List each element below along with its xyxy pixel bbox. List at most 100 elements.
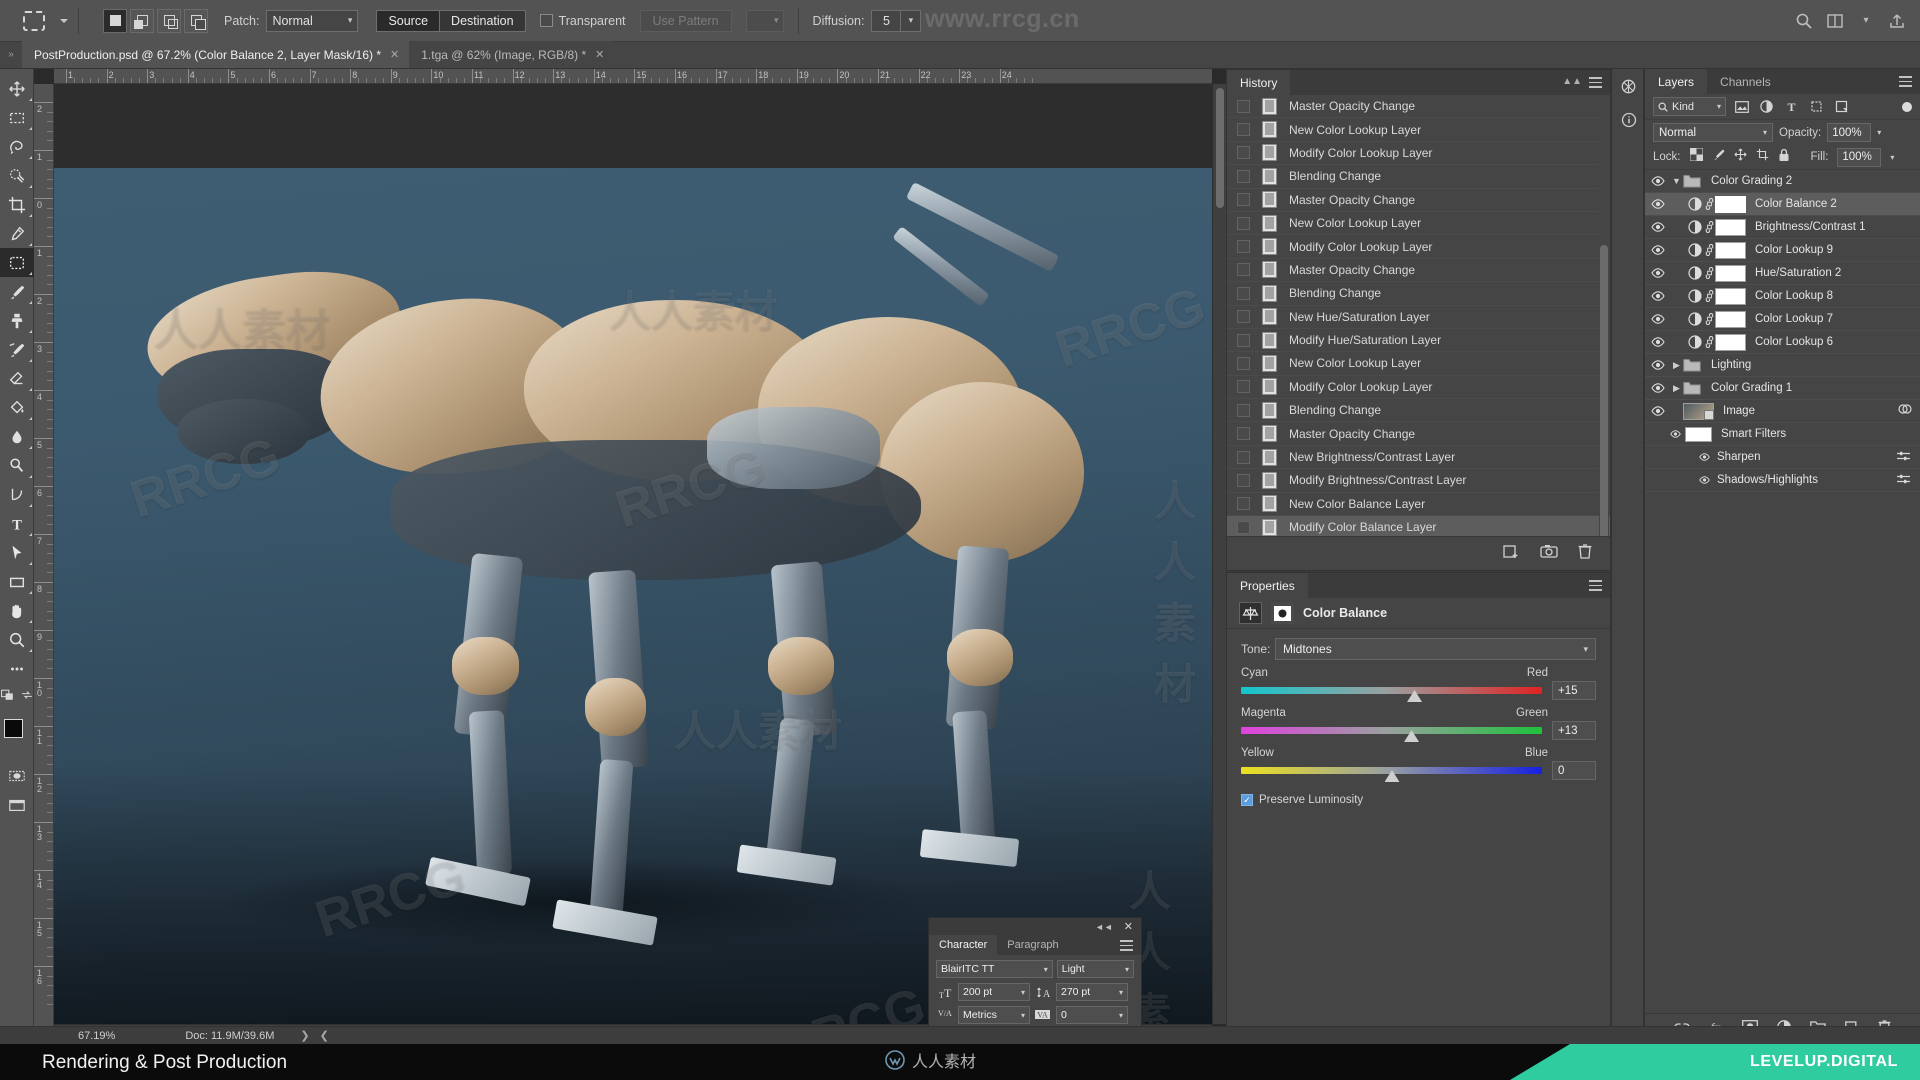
fill-value[interactable]: 100% <box>1837 147 1882 167</box>
quick-selection-tool[interactable] <box>0 161 34 190</box>
history-snapshot-source-box[interactable] <box>1237 520 1250 534</box>
font-size-select[interactable]: 200 pt ▾ <box>958 983 1030 1001</box>
lock-image-pixels-icon[interactable] <box>1712 148 1725 166</box>
canvas-vertical-scrollbar[interactable] <box>1212 84 1226 1024</box>
tab-history[interactable]: History <box>1227 70 1291 95</box>
clone-stamp-tool[interactable] <box>0 306 34 335</box>
history-state-row[interactable]: Blending Change <box>1227 399 1610 423</box>
fill-chevron-icon[interactable]: ▾ <box>1890 153 1894 162</box>
blur-tool[interactable] <box>0 422 34 451</box>
history-state-row[interactable]: New Brightness/Contrast Layer <box>1227 446 1610 470</box>
pixel-filter-icon[interactable] <box>1732 97 1751 116</box>
opacity-chevron-icon[interactable]: ▾ <box>1877 128 1881 137</box>
tracking-select[interactable]: 0 ▾ <box>1056 1006 1128 1024</box>
layer-row[interactable]: ▶ Color Grading 1 <box>1645 377 1920 400</box>
arrange-documents-icon[interactable] <box>1826 12 1844 30</box>
lasso-tool[interactable] <box>0 132 34 161</box>
layer-mask-thumbnail[interactable] <box>1715 195 1746 213</box>
font-family-select[interactable]: BlairITC TT ▾ <box>936 960 1053 978</box>
diffusion-value[interactable]: 5 <box>871 9 902 32</box>
layer-visibility-toggle[interactable] <box>1695 453 1713 461</box>
tab-paragraph[interactable]: Paragraph <box>997 935 1068 955</box>
patch-source-button[interactable]: Source <box>376 9 441 32</box>
blend-mode-select[interactable]: Normal ▾ <box>1653 123 1773 142</box>
layer-mask-thumbnail[interactable] <box>1715 287 1746 305</box>
search-icon[interactable] <box>1795 12 1813 30</box>
layer-mask-link-icon[interactable] <box>1703 244 1715 256</box>
dodge-tool[interactable] <box>0 451 34 480</box>
layer-visibility-toggle[interactable] <box>1645 176 1670 186</box>
layer-mask-thumbnail[interactable] <box>1715 241 1746 259</box>
layer-row[interactable]: Color Lookup 9 <box>1645 239 1920 262</box>
layer-visibility-toggle[interactable] <box>1645 268 1670 278</box>
history-state-row[interactable]: Modify Color Lookup Layer <box>1227 235 1610 259</box>
paint-bucket-tool[interactable] <box>0 393 34 422</box>
history-snapshot-source-box[interactable] <box>1237 99 1250 113</box>
history-state-row[interactable]: New Color Balance Layer <box>1227 493 1610 517</box>
shape-filter-icon[interactable] <box>1807 97 1826 116</box>
subtract-from-selection-button[interactable] <box>157 8 181 33</box>
layer-mask-link-icon[interactable] <box>1703 336 1715 348</box>
slider-value[interactable]: +15 <box>1552 681 1596 700</box>
layer-visibility-toggle[interactable] <box>1645 314 1670 324</box>
group-expand-chevron-icon[interactable]: ▶ <box>1670 383 1683 394</box>
layer-row[interactable]: Shadows/Highlights <box>1645 469 1920 492</box>
delete-icon[interactable] <box>1578 543 1592 564</box>
history-snapshot-source-box[interactable] <box>1237 380 1250 394</box>
quick-mask-mode-button[interactable] <box>0 761 34 790</box>
filter-settings-icon[interactable] <box>1897 471 1910 489</box>
history-snapshot-source-box[interactable] <box>1237 333 1250 347</box>
layer-mask-link-icon[interactable] <box>1703 267 1715 279</box>
smart-object-filter-icon[interactable] <box>1832 97 1851 116</box>
layer-row[interactable]: ▶ Lighting <box>1645 354 1920 377</box>
lock-artboard-icon[interactable] <box>1756 148 1769 166</box>
status-next-arrow-icon[interactable]: ❯ <box>300 1029 309 1042</box>
leading-select[interactable]: 270 pt ▾ <box>1056 983 1128 1001</box>
history-state-row[interactable]: Blending Change <box>1227 282 1610 306</box>
history-state-row[interactable]: Modify Hue/Saturation Layer <box>1227 329 1610 353</box>
layer-visibility-toggle[interactable] <box>1695 476 1713 484</box>
workspace-chevron-icon[interactable]: ▾ <box>1857 12 1875 30</box>
history-snapshot-source-box[interactable] <box>1237 450 1250 464</box>
lock-all-icon[interactable] <box>1778 148 1790 167</box>
intersect-selection-button[interactable] <box>184 8 208 33</box>
document-tab-1tga[interactable]: 1.tga @ 62% (Image, RGB/8) * ✕ <box>409 41 615 68</box>
layer-mask-thumbnail[interactable] <box>1715 264 1746 282</box>
layer-visibility-toggle[interactable] <box>1645 291 1670 301</box>
patch-mode-select[interactable]: Normal ▾ <box>266 9 359 32</box>
brush-tool[interactable] <box>0 277 34 306</box>
type-tool[interactable]: T <box>0 509 34 538</box>
tab-layers[interactable]: Layers <box>1645 69 1708 94</box>
rectangle-tool[interactable] <box>0 567 34 596</box>
eraser-tool[interactable] <box>0 364 34 393</box>
layer-row[interactable]: Color Lookup 6 <box>1645 331 1920 354</box>
close-icon[interactable]: ✕ <box>595 48 604 61</box>
path-selection-tool[interactable] <box>0 538 34 567</box>
history-snapshot-source-box[interactable] <box>1237 263 1250 277</box>
smart-object-effects-icon[interactable] <box>1898 402 1912 420</box>
layer-list[interactable]: ▼ Color Grading 2 Color Balance 2 Brightnes… <box>1645 170 1920 1010</box>
history-snapshot-source-box[interactable] <box>1237 216 1250 230</box>
layer-visibility-toggle[interactable] <box>1645 245 1670 255</box>
slider-track[interactable] <box>1241 687 1542 702</box>
group-expand-chevron-icon[interactable]: ▶ <box>1670 360 1683 371</box>
history-state-row[interactable]: Modify Color Lookup Layer <box>1227 376 1610 400</box>
history-snapshot-source-box[interactable] <box>1237 123 1250 137</box>
history-state-row[interactable]: New Hue/Saturation Layer <box>1227 306 1610 329</box>
tab-bar-handle-icon[interactable]: » <box>0 41 22 68</box>
history-state-row[interactable]: Blending Change <box>1227 165 1610 189</box>
layer-row[interactable]: Sharpen <box>1645 446 1920 469</box>
history-state-row[interactable]: Modify Brightness/Contrast Layer <box>1227 469 1610 493</box>
transparent-checkbox[interactable]: Transparent <box>539 14 626 28</box>
history-snapshot-source-box[interactable] <box>1237 427 1250 441</box>
history-state-row[interactable]: Modify Color Balance Layer <box>1227 516 1610 536</box>
properties-panel-menu-icon[interactable] <box>1589 580 1602 591</box>
patch-destination-button[interactable]: Destination <box>440 9 526 32</box>
history-snapshot-source-box[interactable] <box>1237 286 1250 300</box>
filter-toggle-switch[interactable] <box>1902 101 1912 112</box>
edit-toolbar-tool[interactable] <box>0 654 34 683</box>
type-filter-icon[interactable]: T <box>1782 97 1801 116</box>
layer-row[interactable]: Brightness/Contrast 1 <box>1645 216 1920 239</box>
history-snapshot-source-box[interactable] <box>1237 473 1250 487</box>
history-snapshot-source-box[interactable] <box>1237 240 1250 254</box>
